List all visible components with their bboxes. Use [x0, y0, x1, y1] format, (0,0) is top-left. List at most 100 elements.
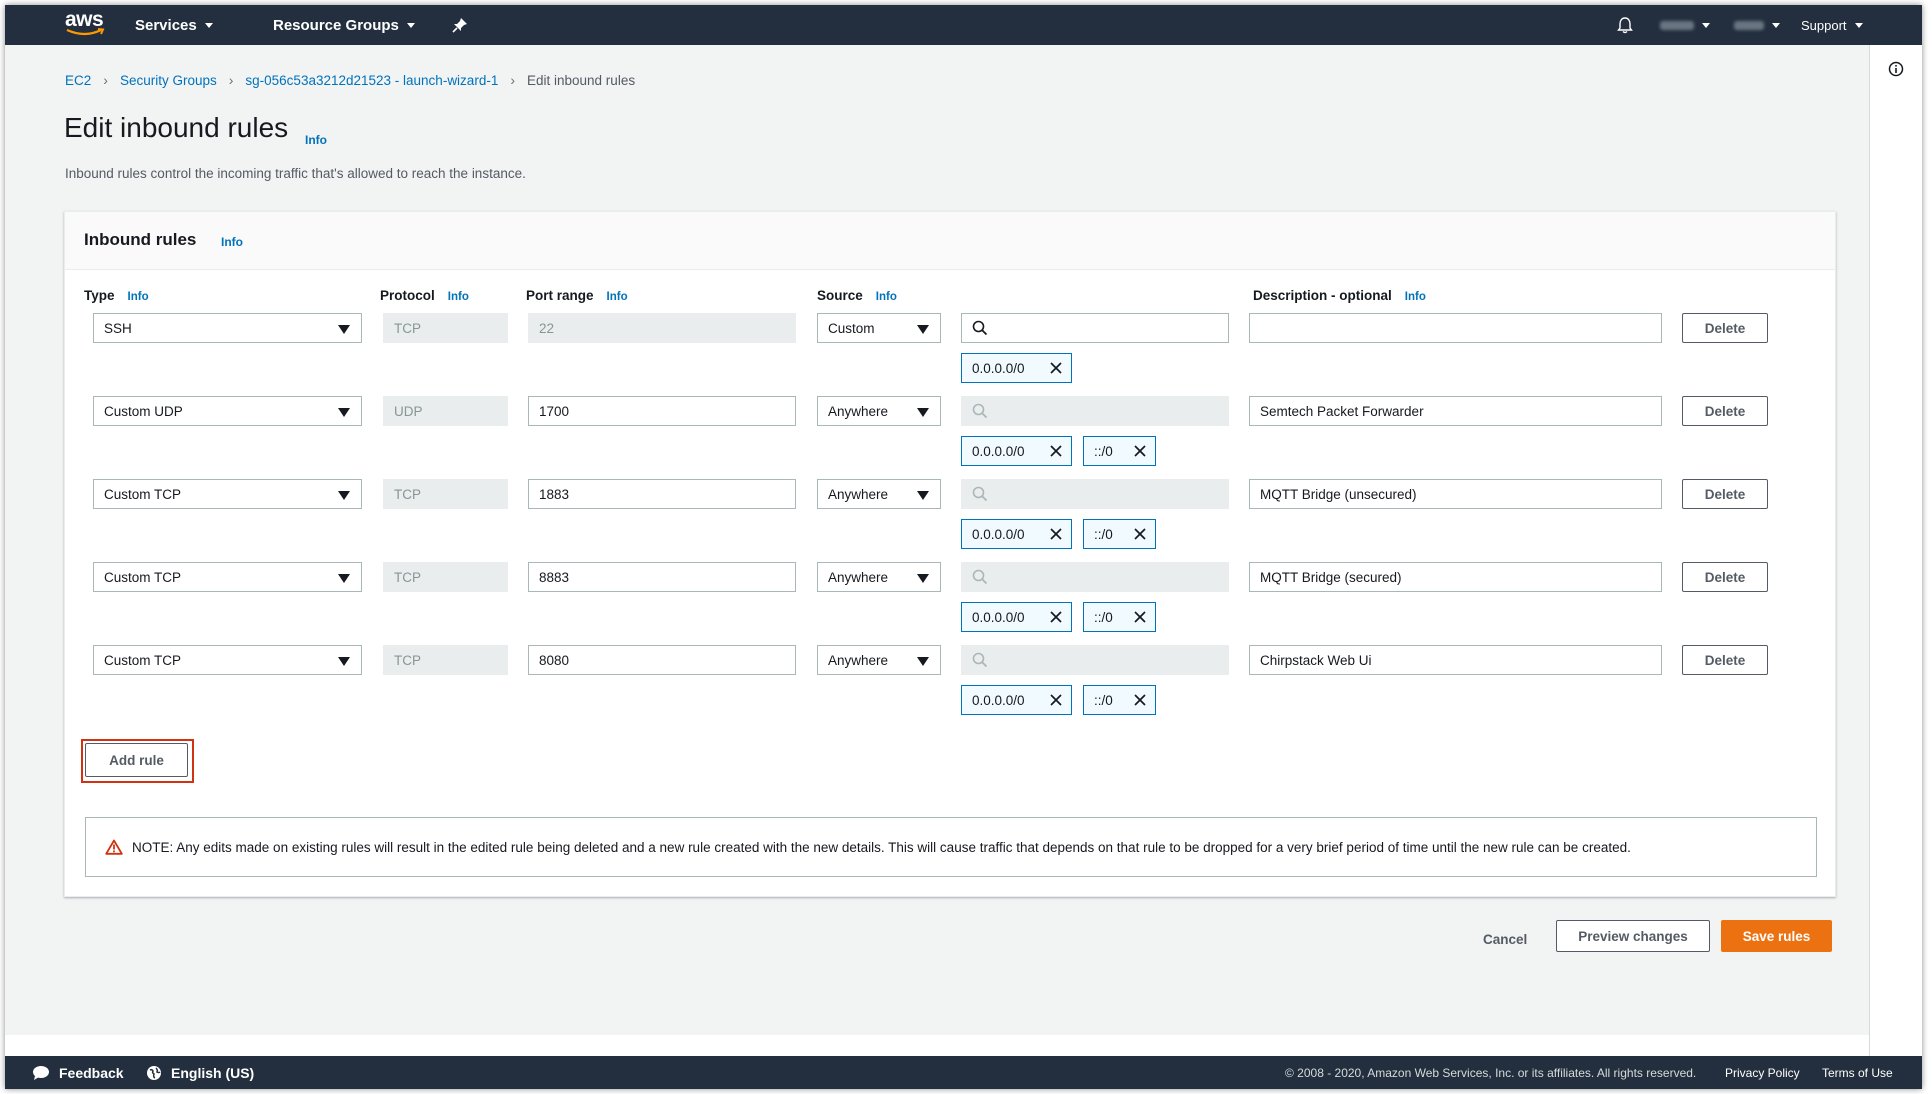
rule-description-input[interactable]: MQTT Bridge (unsecured) [1249, 479, 1662, 509]
rule-port-range-input[interactable]: 8080 [528, 645, 796, 675]
rule-source-select[interactable]: Anywhere [817, 645, 941, 675]
info-circle-icon[interactable] [1888, 61, 1904, 77]
rule-port-range-input[interactable]: 8883 [528, 562, 796, 592]
search-icon [972, 403, 988, 419]
search-icon [972, 486, 988, 502]
rule-port-range-value: 22 [539, 320, 555, 336]
rule-type-select[interactable]: Custom TCP [93, 562, 362, 592]
column-source-info-link[interactable]: Info [876, 291, 897, 303]
rule-description-input[interactable]: Semtech Packet Forwarder [1249, 396, 1662, 426]
column-description-info-link[interactable]: Info [1405, 291, 1426, 303]
caret-down-icon [917, 408, 929, 417]
cidr-search-input[interactable] [961, 313, 1229, 343]
account-menu[interactable] [1660, 5, 1710, 45]
rule-type-select[interactable]: Custom TCP [93, 645, 362, 675]
rule-port-range-field: 22 [528, 313, 796, 343]
resource-groups-menu[interactable]: Resource Groups [273, 5, 415, 45]
window-frame: aws Services Resource Groups Support EC2… [5, 5, 1922, 1089]
feedback-link[interactable]: Feedback [32, 1056, 124, 1089]
rule-port-range-input[interactable]: 1700 [528, 396, 796, 426]
breadcrumb-ec2[interactable]: EC2 [65, 73, 91, 88]
column-header-source: Source Info [817, 288, 897, 303]
breadcrumb-security-groups[interactable]: Security Groups [120, 73, 217, 88]
cidr-token: ::/0 [1083, 519, 1156, 549]
terms-of-use-link[interactable]: Terms of Use [1822, 1056, 1893, 1089]
close-icon[interactable] [1134, 611, 1146, 623]
aws-logo[interactable]: aws [65, 9, 109, 40]
cidr-token-label: 0.0.0.0/0 [972, 443, 1025, 459]
inbound-rules-panel: Inbound rules Info Type Info Protocol In… [64, 211, 1836, 897]
top-navigation: aws Services Resource Groups Support [5, 5, 1922, 45]
rule-type-select[interactable]: Custom UDP [93, 396, 362, 426]
delete-rule-button[interactable]: Delete [1682, 396, 1768, 426]
column-header-description: Description - optional Info [1253, 288, 1426, 303]
rule-description-input[interactable]: MQTT Bridge (secured) [1249, 562, 1662, 592]
rule-type-value: Custom UDP [104, 403, 183, 419]
cancel-button[interactable]: Cancel [1483, 932, 1527, 947]
speech-bubble-icon [33, 1065, 49, 1080]
globe-icon [147, 1065, 161, 1080]
close-icon[interactable] [1134, 694, 1146, 706]
rule-source-select[interactable]: Anywhere [817, 562, 941, 592]
copyright-text: © 2008 - 2020, Amazon Web Services, Inc.… [1285, 1065, 1697, 1080]
delete-rule-button[interactable]: Delete [1682, 313, 1768, 343]
rule-type-select[interactable]: Custom TCP [93, 479, 362, 509]
panel-info-link[interactable]: Info [221, 235, 243, 249]
rule-type-select[interactable]: SSH [93, 313, 362, 343]
column-header-port-range: Port range Info [526, 288, 628, 303]
column-protocol-info-link[interactable]: Info [448, 291, 469, 303]
breadcrumb-security-group[interactable]: sg-056c53a3212d21523 - launch-wizard-1 [245, 73, 498, 88]
rule-source-select[interactable]: Custom [817, 313, 941, 343]
column-type-info-link[interactable]: Info [128, 291, 149, 303]
rule-description-input[interactable]: Chirpstack Web Ui [1249, 645, 1662, 675]
column-port-range-info-link[interactable]: Info [607, 291, 628, 303]
cidr-token-label: 0.0.0.0/0 [972, 360, 1025, 376]
rule-port-range-value: 1883 [539, 486, 570, 502]
close-icon[interactable] [1050, 362, 1062, 374]
language-selector[interactable]: English (US) [146, 1056, 254, 1089]
privacy-policy-link[interactable]: Privacy Policy [1725, 1056, 1800, 1089]
delete-rule-button[interactable]: Delete [1682, 479, 1768, 509]
rule-protocol-value: TCP [394, 486, 421, 502]
title-info-link[interactable]: Info [305, 133, 327, 147]
rule-source-value: Anywhere [828, 652, 889, 668]
rule-description-value: MQTT Bridge (secured) [1260, 569, 1402, 585]
pin-icon[interactable] [452, 17, 468, 33]
support-menu[interactable]: Support [1801, 5, 1863, 45]
preview-changes-button[interactable]: Preview changes [1556, 920, 1710, 952]
rule-source-value: Anywhere [828, 569, 889, 585]
rule-port-range-input[interactable]: 1883 [528, 479, 796, 509]
bell-icon[interactable] [1617, 16, 1633, 34]
chevron-down-icon [1772, 22, 1780, 28]
delete-rule-button[interactable]: Delete [1682, 645, 1768, 675]
rule-description-input[interactable] [1249, 313, 1662, 343]
resource-groups-label: Resource Groups [273, 16, 399, 34]
column-header-protocol: Protocol Info [380, 288, 469, 303]
rule-source-select[interactable]: Anywhere [817, 479, 941, 509]
breadcrumb: EC2 › Security Groups › sg-056c53a3212d2… [65, 72, 635, 88]
close-icon[interactable] [1050, 694, 1062, 706]
region-menu[interactable] [1734, 5, 1780, 45]
cidr-token-label: ::/0 [1094, 692, 1113, 708]
note-text: NOTE: Any edits made on existing rules w… [132, 839, 1631, 855]
chevron-down-icon [1854, 22, 1863, 28]
feedback-label: Feedback [59, 1064, 124, 1081]
cidr-search-input [961, 396, 1229, 426]
add-rule-button[interactable]: Add rule [85, 743, 188, 777]
close-icon[interactable] [1134, 528, 1146, 540]
close-icon[interactable] [1134, 445, 1146, 457]
console-footer: Feedback English (US) © 2008 - 2020, Ama… [5, 1056, 1922, 1089]
warning-icon [105, 839, 123, 855]
cidr-token: 0.0.0.0/0 [961, 602, 1072, 632]
close-icon[interactable] [1050, 611, 1062, 623]
delete-rule-button[interactable]: Delete [1682, 562, 1768, 592]
services-menu[interactable]: Services [135, 5, 213, 45]
save-rules-button[interactable]: Save rules [1721, 920, 1832, 952]
language-label: English (US) [171, 1064, 255, 1081]
page-description: Inbound rules control the incoming traff… [65, 166, 526, 181]
rule-type-value: SSH [104, 320, 132, 336]
rule-source-select[interactable]: Anywhere [817, 396, 941, 426]
cidr-token: ::/0 [1083, 685, 1156, 715]
close-icon[interactable] [1050, 445, 1062, 457]
close-icon[interactable] [1050, 528, 1062, 540]
